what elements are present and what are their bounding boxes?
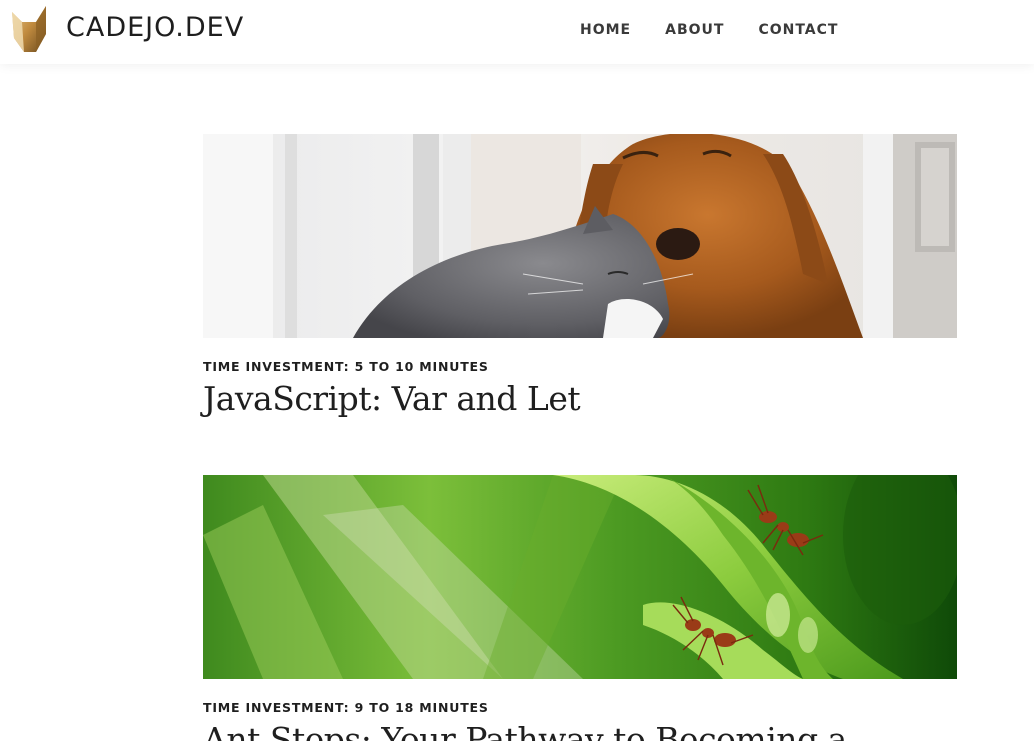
post-time-investment: TIME INVESTMENT: 9 TO 18 MINUTES <box>203 700 489 715</box>
post-card: TIME INVESTMENT: 9 TO 18 MINUTES Ant Ste… <box>203 475 957 741</box>
post-time-investment: TIME INVESTMENT: 5 TO 10 MINUTES <box>203 359 489 374</box>
nav-home[interactable]: HOME <box>580 22 631 38</box>
nav-contact[interactable]: CONTACT <box>758 22 838 38</box>
nav-about[interactable]: ABOUT <box>665 22 724 38</box>
post-card: TIME INVESTMENT: 5 TO 10 MINUTES JavaScr… <box>203 134 957 418</box>
post-title[interactable]: JavaScript: Var and Let <box>203 379 957 418</box>
ants-on-green-plant-photo[interactable] <box>203 475 957 679</box>
main-nav: HOME ABOUT CONTACT <box>580 22 838 38</box>
wolf-logo-icon[interactable] <box>10 4 48 54</box>
site-header: CADEJO.DEV HOME ABOUT CONTACT <box>0 0 1034 64</box>
post-title[interactable]: Ant Steps: Your Pathway to Becoming a <box>203 720 957 741</box>
site-brand[interactable]: CADEJO.DEV <box>66 12 244 43</box>
golden-retriever-and-gray-cat-photo[interactable] <box>203 134 957 338</box>
